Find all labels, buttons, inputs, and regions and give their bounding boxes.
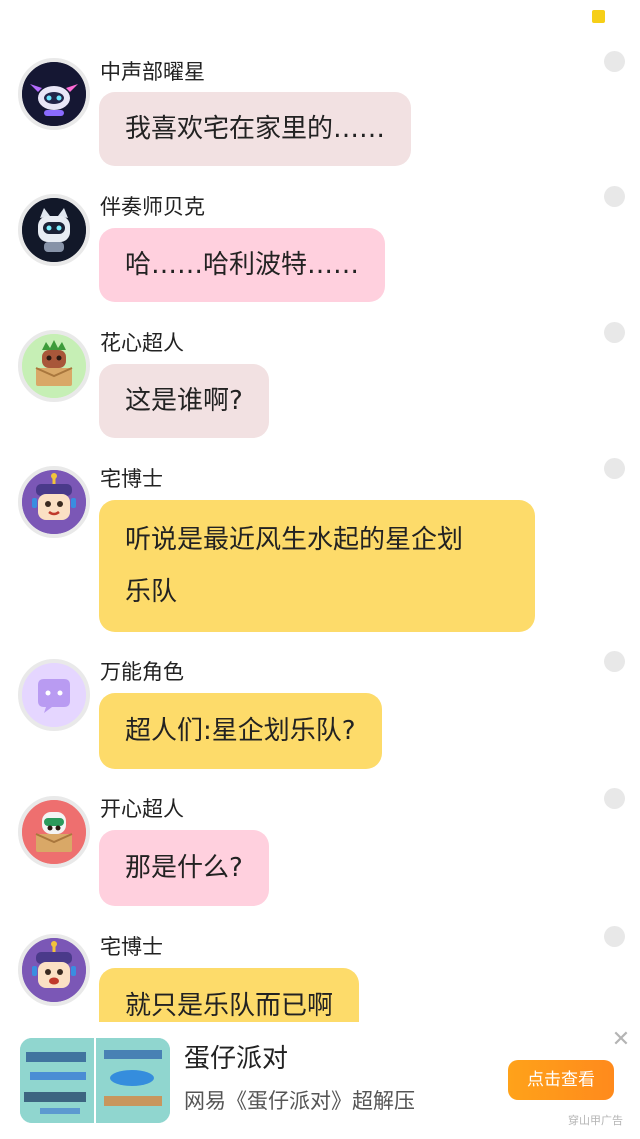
avatar[interactable] <box>18 330 90 402</box>
sender-name: 宅博士 <box>100 935 163 959</box>
chat-list[interactable]: 中声部曜星 我喜欢宅在家里的…… 伴奏师贝克 哈……哈利波特…… 花心超人 这是… <box>0 0 640 1022</box>
robot-cat-icon <box>22 198 86 262</box>
ad-title[interactable]: 蛋仔派对 <box>184 1042 288 1076</box>
message-bubble[interactable]: 我喜欢宅在家里的…… <box>99 92 412 166</box>
status-dot <box>604 186 625 207</box>
ad-banner[interactable]: 蛋仔派对 网易《蛋仔派对》超解压 点击查看 ✕ 穿山甲广告 <box>0 1022 640 1139</box>
sender-name: 中声部曜星 <box>100 60 205 84</box>
message-bubble[interactable]: 听说是最近风生水起的星企划 乐队 <box>99 500 535 632</box>
doctor-character-icon <box>22 470 86 534</box>
sender-name: 花心超人 <box>100 331 184 355</box>
avatar[interactable] <box>18 194 90 266</box>
sender-name: 开心超人 <box>100 797 184 821</box>
ad-thumbnail[interactable] <box>20 1038 170 1123</box>
message-bubble[interactable]: 就只是乐队而已啊 <box>99 968 360 1022</box>
sender-name: 宅博士 <box>100 467 163 491</box>
doctor-character-icon <box>22 938 86 1002</box>
robot-star-icon <box>22 62 86 126</box>
message-bubble[interactable]: 这是谁啊? <box>99 364 269 438</box>
message-bubble[interactable]: 超人们:星企划乐队? <box>99 693 382 769</box>
status-dot <box>604 51 625 72</box>
ad-cta-button[interactable]: 点击查看 <box>508 1060 614 1100</box>
speech-bubble-icon <box>22 663 86 727</box>
message-bubble[interactable]: 哈……哈利波特…… <box>99 228 386 302</box>
avatar[interactable] <box>18 58 90 130</box>
status-dot <box>604 926 625 947</box>
message-bubble[interactable]: 那是什么? <box>99 830 269 906</box>
box-character-red-icon <box>22 800 86 864</box>
close-icon[interactable]: ✕ <box>611 1029 631 1051</box>
avatar[interactable] <box>18 796 90 868</box>
avatar[interactable] <box>18 934 90 1006</box>
status-dot <box>604 651 625 672</box>
status-dot <box>604 458 625 479</box>
ad-subtitle: 网易《蛋仔派对》超解压 <box>184 1089 415 1113</box>
status-dot <box>604 788 625 809</box>
avatar[interactable] <box>18 466 90 538</box>
box-character-green-icon <box>22 334 86 398</box>
status-dot <box>604 322 625 343</box>
avatar[interactable] <box>18 659 90 731</box>
ad-source-label: 穿山甲广告 <box>568 1114 623 1127</box>
sender-name: 万能角色 <box>100 660 184 684</box>
game-screenshot-icon <box>20 1038 170 1123</box>
sender-name: 伴奏师贝克 <box>100 195 205 219</box>
